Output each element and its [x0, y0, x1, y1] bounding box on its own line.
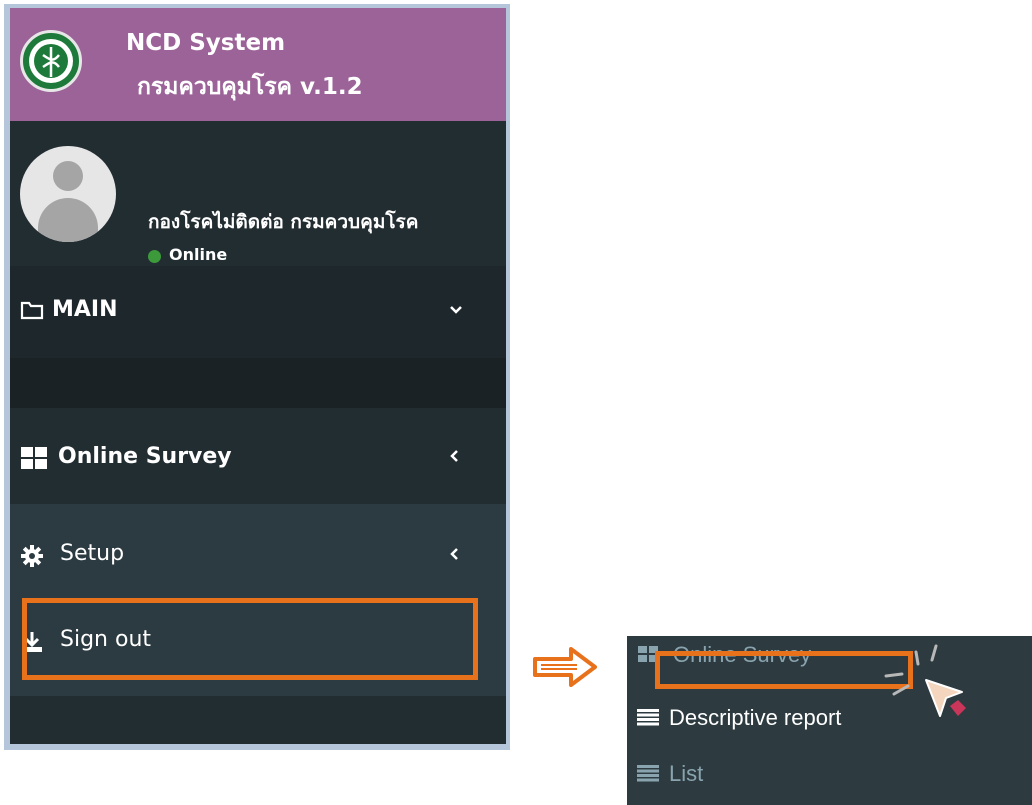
- chevron-down-icon: [450, 306, 462, 314]
- click-cursor-icon: [884, 644, 966, 717]
- sidebar-footer: [10, 696, 506, 744]
- app-subtitle: กรมควบคุมโรค v.1.2: [137, 74, 363, 100]
- list-icon: [637, 765, 659, 782]
- submenu-item-label: List: [669, 761, 704, 786]
- sidebar-item-setup[interactable]: Setup: [10, 504, 506, 600]
- user-panel: กองโรคไม่ติดต่อ กรมควบคุมโรค Online: [10, 121, 506, 266]
- sidebar-item-online-survey[interactable]: Online Survey: [10, 408, 506, 504]
- sidebar-item-label: Setup: [60, 541, 125, 566]
- sidebar-item-label: Online Survey: [58, 444, 232, 469]
- avatar: [20, 146, 116, 242]
- right-arrow-icon: [533, 647, 597, 687]
- grid-icon: [21, 447, 47, 469]
- ministry-logo-icon: [20, 30, 82, 92]
- menu-header-label: MAIN: [52, 297, 118, 322]
- gear-icon: [21, 545, 43, 567]
- sign-out-highlight-box: [22, 598, 478, 680]
- brand-header[interactable]: NCD System กรมควบคุมโรค v.1.2: [10, 8, 506, 121]
- menu-header-main[interactable]: MAIN: [10, 266, 506, 358]
- online-survey-highlight-box: [655, 651, 913, 689]
- submenu-item-list[interactable]: List: [627, 756, 1032, 805]
- online-status-icon: [148, 250, 161, 263]
- list-icon: [637, 709, 659, 726]
- user-status: Online: [169, 245, 228, 264]
- menu-divider: [10, 358, 506, 408]
- app-title: NCD System: [126, 30, 286, 56]
- folder-icon: [20, 301, 44, 320]
- chevron-left-icon: [450, 450, 458, 462]
- submenu-item-label: Descriptive report: [669, 705, 842, 730]
- chevron-left-icon: [450, 548, 458, 560]
- user-name: กองโรคไม่ติดต่อ กรมควบคุมโรค: [148, 211, 419, 233]
